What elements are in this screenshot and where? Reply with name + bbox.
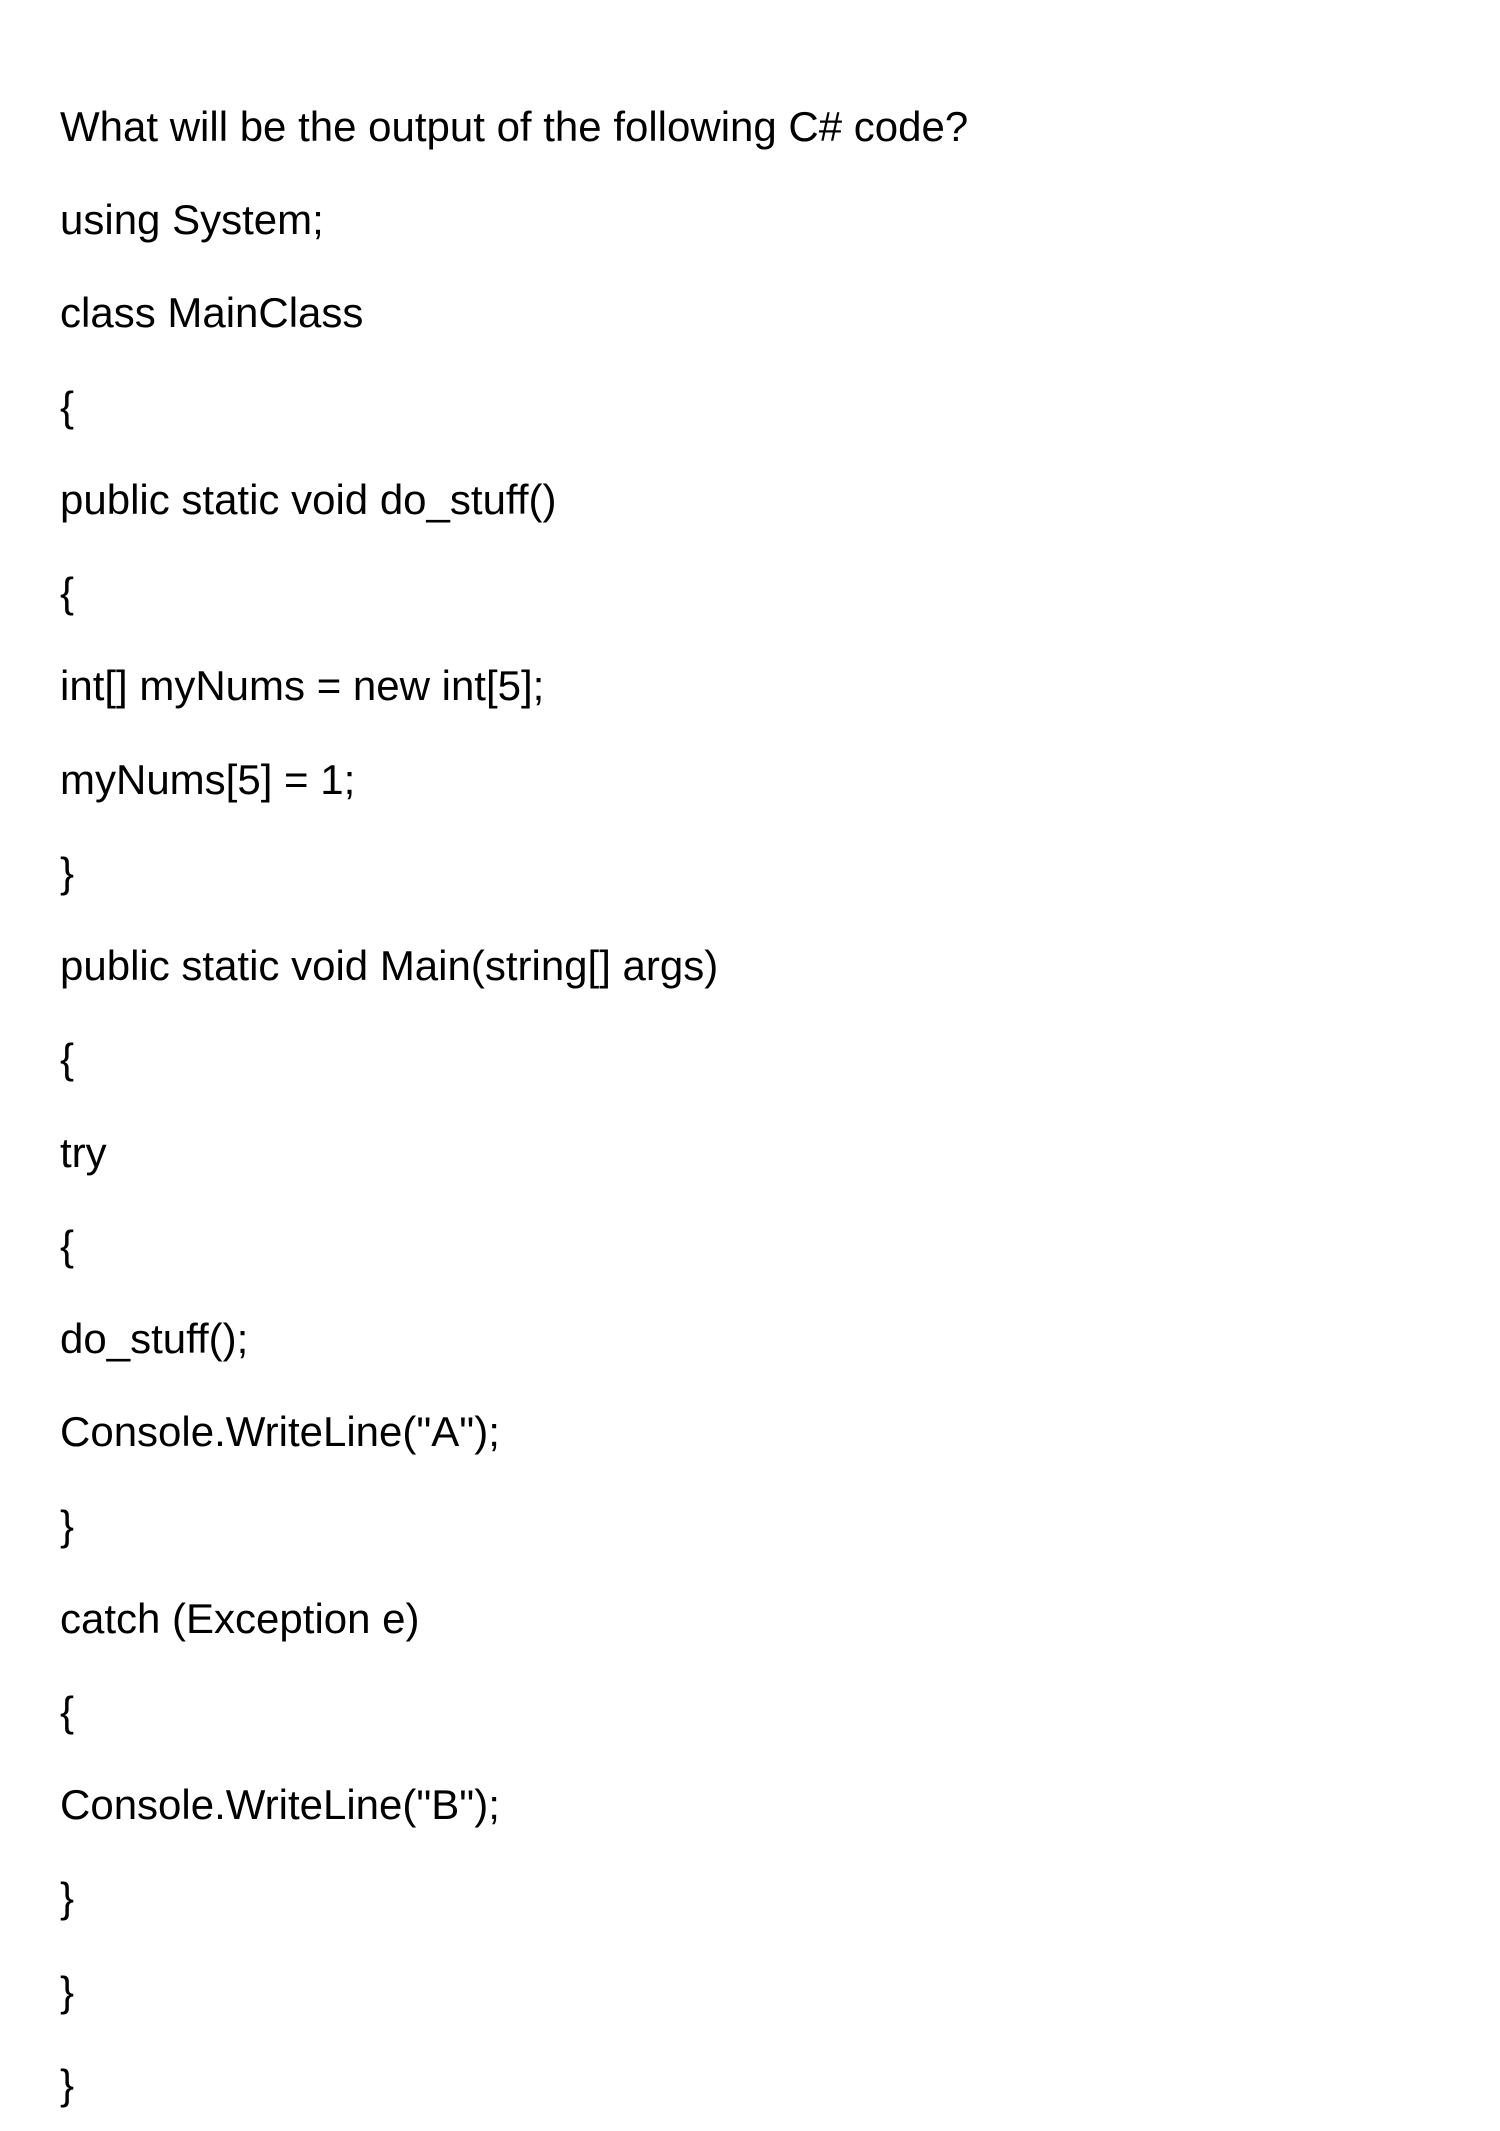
code-line: public static void Main(string[] args) <box>60 919 1440 1012</box>
code-line: myNums[5] = 1; <box>60 733 1440 826</box>
code-line: Console.WriteLine("B"); <box>60 1758 1440 1851</box>
code-line: } <box>60 1851 1440 1944</box>
code-line: catch (Exception e) <box>60 1572 1440 1665</box>
code-line: using System; <box>60 173 1440 266</box>
code-line: try <box>60 1106 1440 1199</box>
code-line: } <box>60 1479 1440 1572</box>
code-line: class MainClass <box>60 266 1440 359</box>
code-line: Console.WriteLine("A"); <box>60 1385 1440 1478</box>
question-content: What will be the output of the following… <box>60 80 1440 2131</box>
code-line: { <box>60 360 1440 453</box>
code-line: { <box>60 546 1440 639</box>
code-line: { <box>60 1665 1440 1758</box>
code-line: } <box>60 1945 1440 2038</box>
code-line: { <box>60 1199 1440 1292</box>
question-prompt: What will be the output of the following… <box>60 80 1440 173</box>
code-line: } <box>60 2038 1440 2131</box>
code-line: public static void do_stuff() <box>60 453 1440 546</box>
code-line: { <box>60 1012 1440 1105</box>
code-line: } <box>60 826 1440 919</box>
code-line: do_stuff(); <box>60 1292 1440 1385</box>
code-line: int[] myNums = new int[5]; <box>60 639 1440 732</box>
